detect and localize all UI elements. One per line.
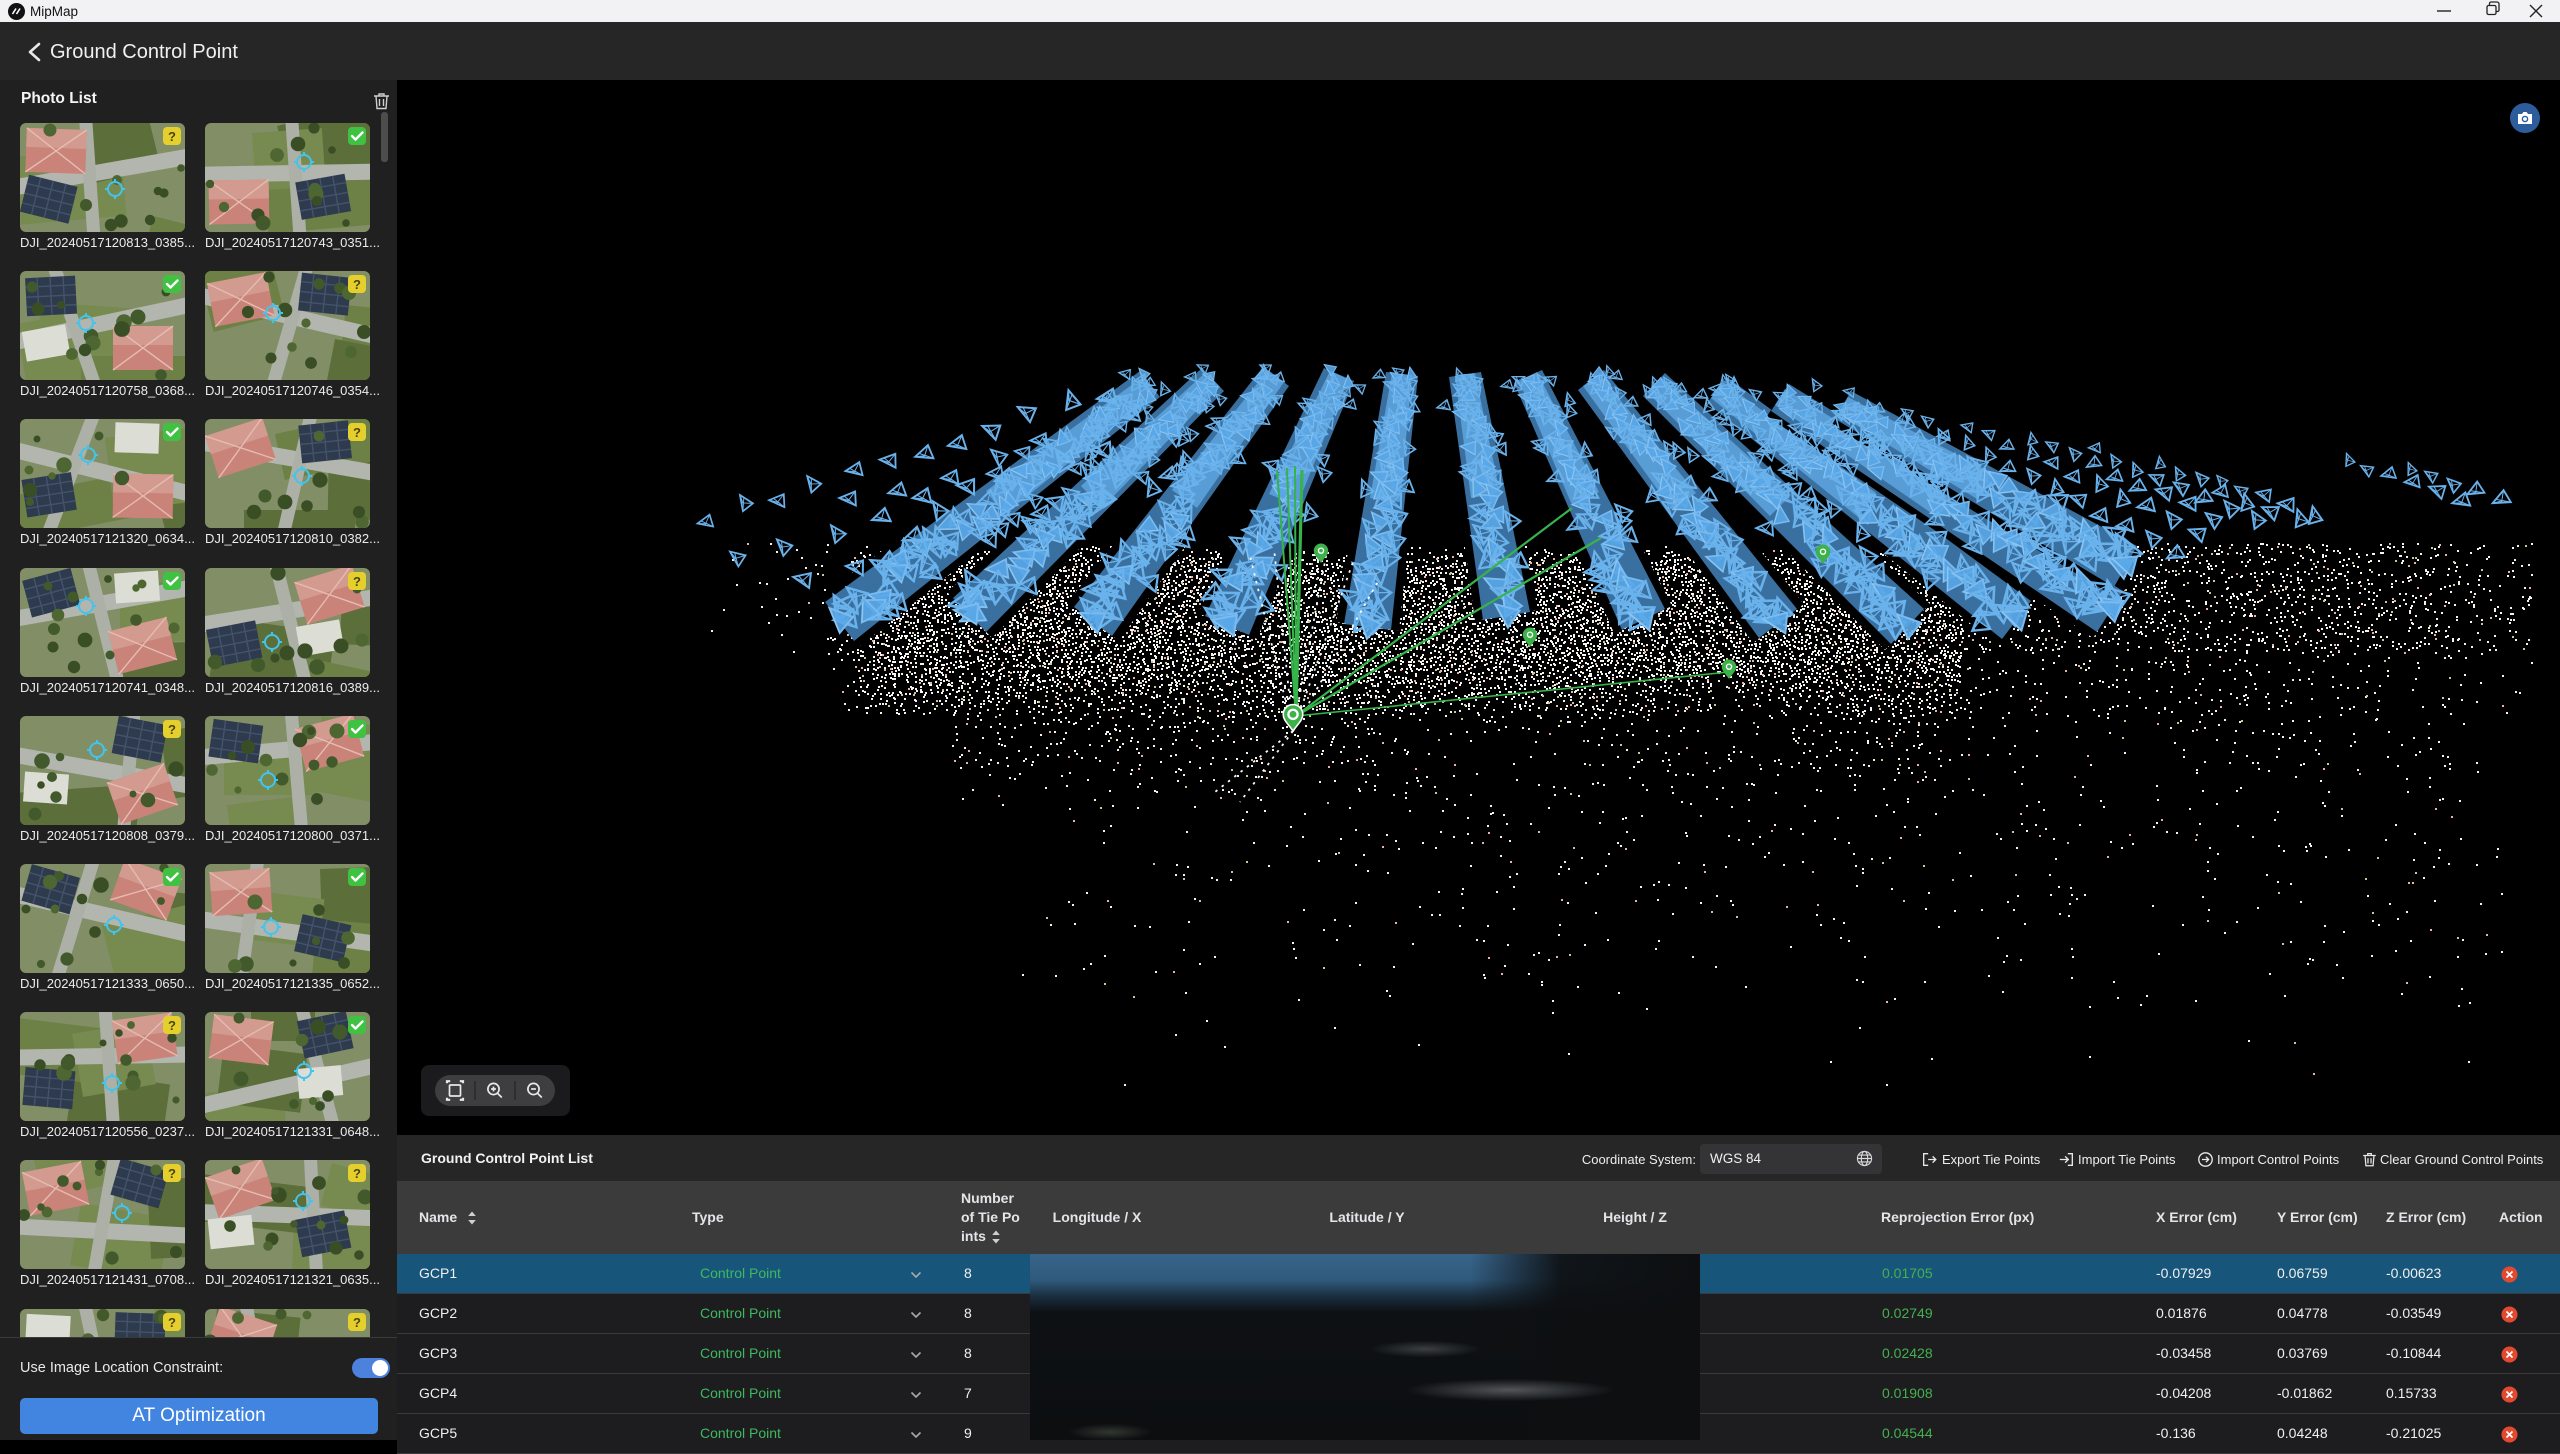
svg-text:?: ? <box>353 277 361 292</box>
svg-text:?: ? <box>168 1315 176 1330</box>
svg-text:?: ? <box>353 574 361 589</box>
svg-text:?: ? <box>168 1166 176 1181</box>
svg-text:?: ? <box>168 1018 176 1033</box>
svg-text:?: ? <box>353 1166 361 1181</box>
svg-text:?: ? <box>353 1315 361 1330</box>
svg-text:?: ? <box>353 425 361 440</box>
svg-text:?: ? <box>168 722 176 737</box>
svg-text:?: ? <box>168 129 176 144</box>
